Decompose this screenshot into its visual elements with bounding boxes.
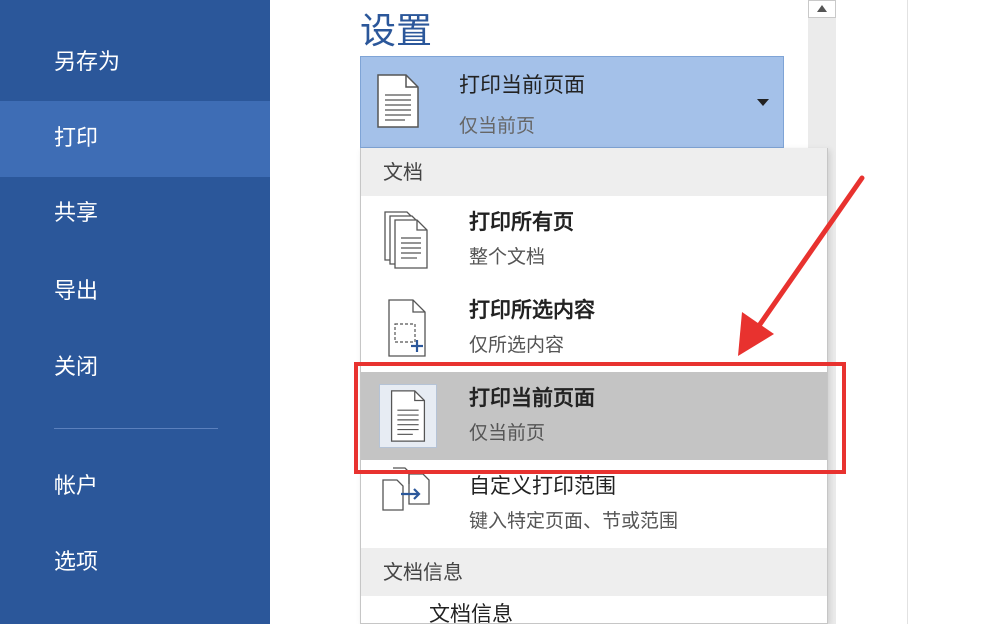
menu-item-title: 自定义打印范围 — [469, 474, 616, 498]
menu-section-document-info: 文档信息 — [361, 548, 827, 596]
all-pages-icon — [384, 211, 428, 269]
annotation-arrow-icon — [738, 175, 865, 356]
settings-title: 设置 — [360, 11, 433, 52]
annotation-highlight-box — [354, 362, 846, 474]
selection-icon — [388, 299, 426, 357]
menu-item-subtitle: 仅所选内容 — [469, 334, 565, 356]
menu-item-subtitle: 整个文档 — [469, 246, 546, 268]
nav-export[interactable]: 导出 — [0, 254, 270, 330]
menu-item-title: 打印所有页 — [469, 210, 574, 234]
nav-options[interactable]: 选项 — [0, 525, 270, 601]
print-panel: 设置 打印当前页面 仅当前页 文档 打印所有页 整个文档 打印所选内容 仅所选内… — [270, 0, 984, 624]
dropdown-subtitle: 仅当前页 — [459, 115, 536, 137]
chevron-down-icon — [757, 99, 769, 106]
nav-save-as[interactable]: 另存为 — [0, 25, 270, 101]
dropdown-title: 打印当前页面 — [459, 73, 585, 97]
single-page-icon — [377, 74, 419, 128]
nav-close[interactable]: 关闭 — [0, 330, 270, 406]
print-range-dropdown[interactable]: 打印当前页面 仅当前页 — [360, 56, 784, 148]
scroll-up-button[interactable] — [808, 0, 836, 18]
nav-account[interactable]: 帐户 — [0, 449, 270, 525]
menu-item-subtitle: 键入特定页面、节或范围 — [469, 510, 679, 532]
backstage-sidebar: 另存为 打印 共享 导出 关闭 帐户 选项 — [0, 0, 270, 624]
panel-divider — [907, 0, 908, 624]
menu-item-document-info[interactable]: 文档信息 — [429, 598, 513, 623]
nav-divider — [54, 428, 218, 429]
menu-item-title: 打印所选内容 — [469, 298, 595, 322]
nav-print[interactable]: 打印 — [0, 101, 270, 177]
nav-share[interactable]: 共享 — [0, 176, 270, 252]
